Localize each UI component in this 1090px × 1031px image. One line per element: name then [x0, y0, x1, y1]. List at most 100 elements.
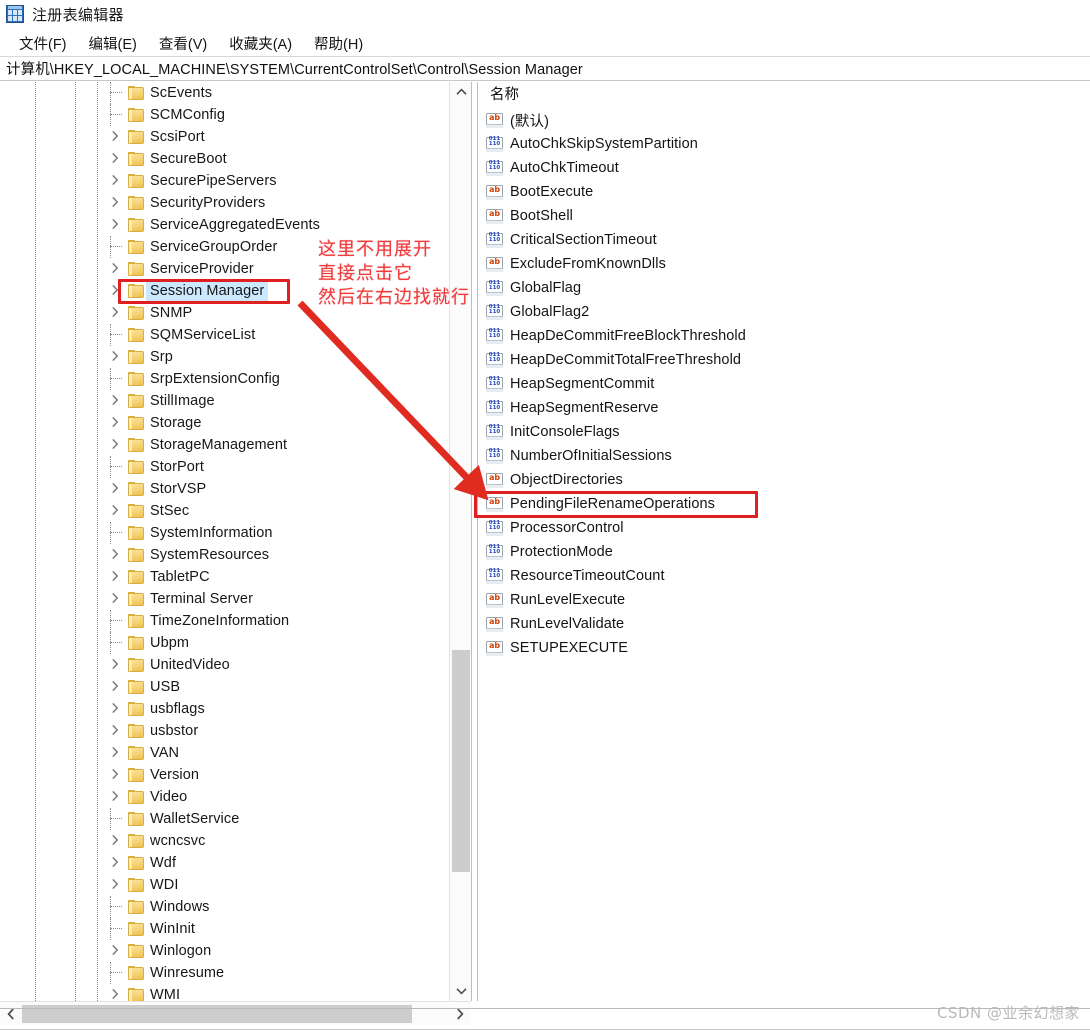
registry-value-row[interactable]: 011 110 GlobalFlag2: [478, 300, 1090, 324]
scroll-up-arrow-icon[interactable]: [450, 82, 472, 102]
chevron-right-icon[interactable]: [108, 680, 122, 694]
registry-value-row[interactable]: 011 110 InitConsoleFlags: [478, 420, 1090, 444]
registry-values-pane[interactable]: 名称 ab (默认) 011 110 AutoChkSkipSystemPartitio…: [478, 82, 1090, 1001]
chevron-right-icon[interactable]: [108, 504, 122, 518]
registry-value-row[interactable]: ab (默认): [478, 108, 1090, 132]
registry-value-row[interactable]: 011 110 AutoChkSkipSystemPartition: [478, 132, 1090, 156]
registry-value-row[interactable]: 011 110 ProcessorControl: [478, 516, 1090, 540]
registry-value-row[interactable]: ab RunLevelExecute: [478, 588, 1090, 612]
registry-value-row[interactable]: ab ExcludeFromKnownDlls: [478, 252, 1090, 276]
chevron-right-icon[interactable]: [108, 658, 122, 672]
registry-value-row[interactable]: ab BootShell: [478, 204, 1090, 228]
tree-item[interactable]: WMI: [0, 984, 471, 1001]
chevron-right-icon[interactable]: [108, 416, 122, 430]
registry-value-row[interactable]: 011 110 GlobalFlag: [478, 276, 1090, 300]
tree-item[interactable]: Winlogon: [0, 940, 471, 962]
chevron-right-icon[interactable]: [108, 262, 122, 276]
tree-item[interactable]: Terminal Server: [0, 588, 471, 610]
scroll-down-arrow-icon[interactable]: [450, 981, 472, 1001]
chevron-right-icon[interactable]: [108, 284, 122, 298]
tree-item[interactable]: ScsiPort: [0, 126, 471, 148]
chevron-right-icon[interactable]: [108, 218, 122, 232]
tree-horizontal-scrollbar[interactable]: [0, 1001, 471, 1025]
chevron-right-icon[interactable]: [108, 306, 122, 320]
tree-item[interactable]: SecurityProviders: [0, 192, 471, 214]
chevron-right-icon[interactable]: [108, 878, 122, 892]
tree-item[interactable]: StorPort: [0, 456, 471, 478]
chevron-right-icon[interactable]: [108, 548, 122, 562]
tree-item[interactable]: ServiceAggregatedEvents: [0, 214, 471, 236]
tree-item[interactable]: SystemInformation: [0, 522, 471, 544]
tree-item[interactable]: VAN: [0, 742, 471, 764]
tree-item[interactable]: Ubpm: [0, 632, 471, 654]
tree-item[interactable]: StorageManagement: [0, 434, 471, 456]
tree-item[interactable]: SrpExtensionConfig: [0, 368, 471, 390]
tree-item[interactable]: TabletPC: [0, 566, 471, 588]
tree-item[interactable]: SCMConfig: [0, 104, 471, 126]
chevron-right-icon[interactable]: [108, 944, 122, 958]
tree-item[interactable]: usbflags: [0, 698, 471, 720]
registry-value-row[interactable]: 011 110 HeapSegmentCommit: [478, 372, 1090, 396]
registry-value-row[interactable]: 011 110 HeapSegmentReserve: [478, 396, 1090, 420]
chevron-right-icon[interactable]: [108, 482, 122, 496]
chevron-right-icon[interactable]: [108, 130, 122, 144]
tree-item[interactable]: Wdf: [0, 852, 471, 874]
registry-value-row[interactable]: 011 110 HeapDeCommitTotalFreeThreshold: [478, 348, 1090, 372]
tree-item[interactable]: SecurePipeServers: [0, 170, 471, 192]
chevron-right-icon[interactable]: [108, 592, 122, 606]
chevron-right-icon[interactable]: [108, 350, 122, 364]
chevron-right-icon[interactable]: [108, 988, 122, 1001]
registry-value-row[interactable]: ab PendingFileRenameOperations: [478, 492, 1090, 516]
chevron-right-icon[interactable]: [108, 152, 122, 166]
chevron-right-icon[interactable]: [108, 438, 122, 452]
chevron-right-icon[interactable]: [108, 394, 122, 408]
chevron-right-icon[interactable]: [108, 768, 122, 782]
tree-item[interactable]: StillImage: [0, 390, 471, 412]
menu-view[interactable]: 查看(V): [148, 31, 218, 56]
tree-item[interactable]: UnitedVideo: [0, 654, 471, 676]
registry-value-row[interactable]: 011 110 CriticalSectionTimeout: [478, 228, 1090, 252]
tree-item[interactable]: StorVSP: [0, 478, 471, 500]
chevron-right-icon[interactable]: [108, 790, 122, 804]
tree-item[interactable]: Video: [0, 786, 471, 808]
tree-item[interactable]: TimeZoneInformation: [0, 610, 471, 632]
chevron-right-icon[interactable]: [108, 856, 122, 870]
registry-value-row[interactable]: 011 110 ResourceTimeoutCount: [478, 564, 1090, 588]
tree-item[interactable]: SQMServiceList: [0, 324, 471, 346]
menu-file[interactable]: 文件(F): [8, 31, 78, 56]
chevron-right-icon[interactable]: [108, 174, 122, 188]
tree-item[interactable]: StSec: [0, 500, 471, 522]
column-header-name[interactable]: 名称: [478, 82, 1090, 106]
tree-scroll-thumb[interactable]: [452, 650, 470, 872]
registry-value-row[interactable]: ab BootExecute: [478, 180, 1090, 204]
tree-vertical-scrollbar[interactable]: [449, 82, 471, 1001]
chevron-right-icon[interactable]: [108, 746, 122, 760]
tree-item[interactable]: SecureBoot: [0, 148, 471, 170]
registry-tree-pane[interactable]: ScEvents SCMConfig ScsiPort SecureBoot Secur…: [0, 82, 471, 1001]
registry-value-row[interactable]: 011 110 ProtectionMode: [478, 540, 1090, 564]
tree-item[interactable]: WDI: [0, 874, 471, 896]
menu-help[interactable]: 帮助(H): [303, 31, 374, 56]
tree-item[interactable]: Version: [0, 764, 471, 786]
tree-item[interactable]: WinInit: [0, 918, 471, 940]
tree-item[interactable]: Storage: [0, 412, 471, 434]
tree-item[interactable]: usbstor: [0, 720, 471, 742]
scroll-left-arrow-icon[interactable]: [0, 1002, 22, 1026]
chevron-right-icon[interactable]: [108, 570, 122, 584]
registry-value-row[interactable]: ab RunLevelValidate: [478, 612, 1090, 636]
tree-item[interactable]: ScEvents: [0, 82, 471, 104]
address-bar[interactable]: 计算机\HKEY_LOCAL_MACHINE\SYSTEM\CurrentCon…: [0, 56, 1090, 81]
tree-item[interactable]: SystemResources: [0, 544, 471, 566]
tree-item[interactable]: USB: [0, 676, 471, 698]
registry-value-row[interactable]: 011 110 HeapDeCommitFreeBlockThreshold: [478, 324, 1090, 348]
registry-value-row[interactable]: 011 110 AutoChkTimeout: [478, 156, 1090, 180]
tree-item[interactable]: Windows: [0, 896, 471, 918]
chevron-right-icon[interactable]: [108, 724, 122, 738]
tree-item[interactable]: Winresume: [0, 962, 471, 984]
registry-value-row[interactable]: 011 110 NumberOfInitialSessions: [478, 444, 1090, 468]
tree-item[interactable]: Srp: [0, 346, 471, 368]
tree-item[interactable]: WalletService: [0, 808, 471, 830]
pane-splitter[interactable]: [471, 82, 478, 1001]
registry-value-row[interactable]: ab SETUPEXECUTE: [478, 636, 1090, 660]
menu-favorites[interactable]: 收藏夹(A): [218, 31, 303, 56]
